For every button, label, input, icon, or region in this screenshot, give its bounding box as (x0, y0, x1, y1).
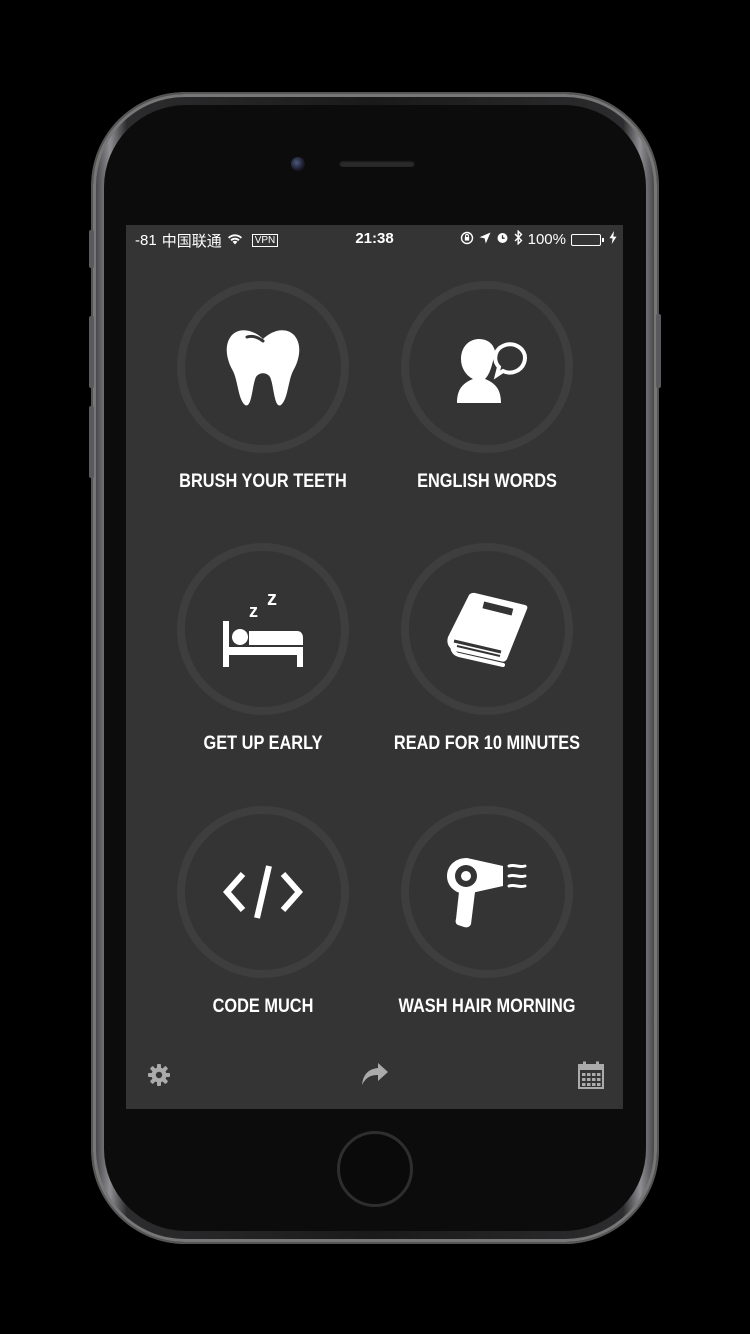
habit-label: ENGLISH WORDS (417, 471, 557, 492)
habit-label: WASH HAIR MORNING (398, 996, 576, 1017)
battery-percent: 100% (527, 231, 566, 248)
habit-label: BRUSH YOUR TEETH (179, 471, 347, 492)
alarm-icon (496, 231, 509, 248)
earpiece-speaker (339, 160, 415, 167)
svg-text:z: z (249, 601, 258, 621)
speaking-person-icon (457, 339, 527, 403)
home-button[interactable] (337, 1131, 413, 1207)
habit-brush-your-teeth[interactable]: BRUSH YOUR TEETH (151, 281, 375, 494)
habit-wash-hair-morning[interactable]: WASH HAIR MORNING (375, 806, 599, 1019)
location-arrow-icon (479, 231, 491, 248)
code-icon (223, 865, 303, 919)
habit-english-words[interactable]: ENGLISH WORDS (375, 281, 599, 494)
habit-get-up-early[interactable]: z z GET UP EARLY (151, 543, 375, 756)
habit-label: CODE MUCH (212, 996, 314, 1017)
settings-button[interactable] (147, 1063, 171, 1092)
status-right: 100% (460, 229, 617, 249)
share-button[interactable] (361, 1061, 389, 1092)
front-camera (291, 157, 305, 171)
status-bar: -81 中国联通 VPN 21:38 100% (126, 225, 623, 253)
habit-ring[interactable] (401, 806, 573, 978)
habit-ring[interactable] (401, 281, 573, 453)
habit-ring[interactable]: z z (177, 543, 349, 715)
sleeping-bed-icon: z z (223, 589, 303, 667)
bluetooth-icon (514, 229, 523, 249)
app-screen: -81 中国联通 VPN 21:38 100% BRUSH YOUR TEETH… (126, 225, 623, 1109)
habit-ring[interactable] (401, 543, 573, 715)
habit-code-much[interactable]: CODE MUCH (151, 806, 375, 1019)
tooth-icon (226, 330, 300, 406)
volume-up-button (89, 316, 94, 388)
charging-bolt-icon (609, 231, 617, 248)
habit-read-for-10-minutes[interactable]: READ FOR 10 MINUTES (375, 543, 599, 756)
calendar-button[interactable] (578, 1061, 604, 1094)
habit-label: GET UP EARLY (203, 733, 323, 754)
mute-switch (89, 230, 94, 268)
power-button (656, 314, 661, 388)
habit-ring[interactable] (177, 281, 349, 453)
gear-icon (148, 1064, 170, 1086)
volume-down-button (89, 406, 94, 478)
battery-icon (571, 233, 604, 246)
habit-ring[interactable] (177, 806, 349, 978)
svg-text:z: z (267, 589, 277, 610)
book-icon (447, 592, 528, 667)
habit-label: READ FOR 10 MINUTES (393, 733, 581, 754)
share-arrow-icon (362, 1063, 388, 1085)
hair-dryer-icon (447, 858, 527, 928)
rotation-lock-icon (460, 231, 474, 249)
calendar-icon (578, 1061, 604, 1089)
